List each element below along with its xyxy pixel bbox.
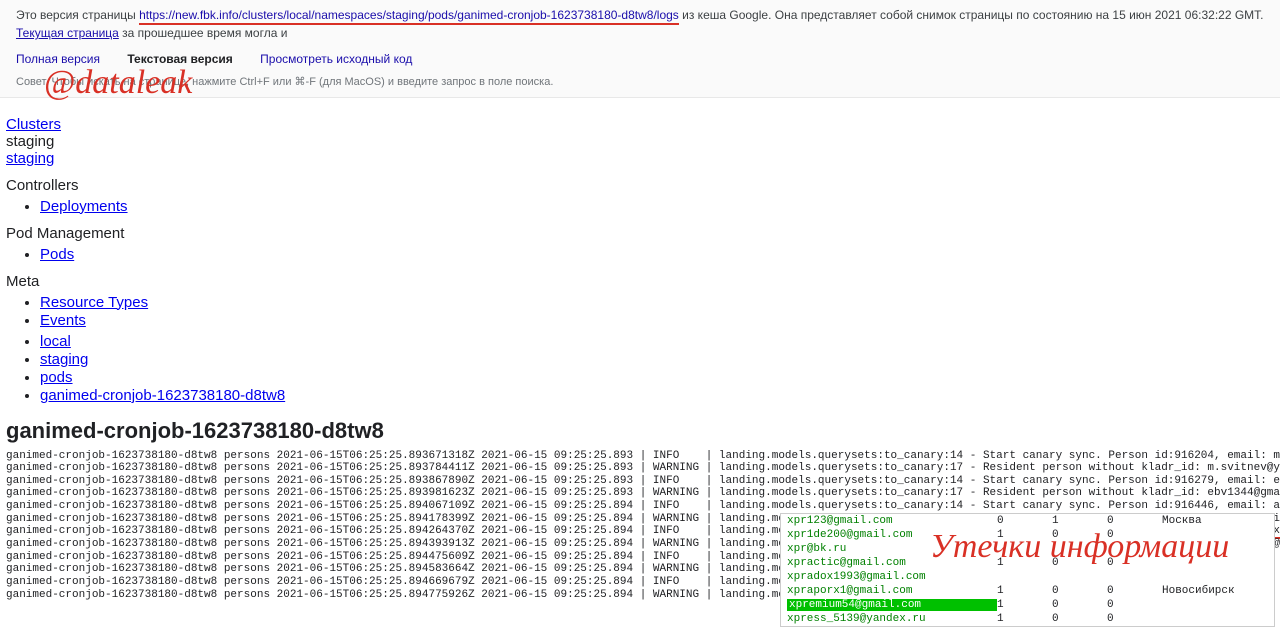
page-title: ganimed-cronjob-1623738180-d8tw8 [6,418,1274,444]
google-cache-banner: Это версия страницы https://new.fbk.info… [0,0,1280,98]
autocomplete-email: xpress_5139@yandex.ru [787,613,997,625]
breadcrumb-item[interactable]: ganimed-cronjob-1623738180-d8tw8 [40,387,285,404]
log-line: ganimed-cronjob-1623738180-d8tw8 persons… [6,462,1274,475]
col-a: 0 [997,515,1052,527]
autocomplete-row[interactable]: xpress_5139@yandex.ru100 [781,612,1274,626]
autocomplete-email: xpraporx1@gmail.com [787,585,997,597]
section-controllers: Controllers [6,177,1274,194]
nav-deployments[interactable]: Deployments [40,198,128,215]
tab-text-version[interactable]: Текстовая версия [127,50,232,68]
autocomplete-row[interactable]: xpremium54@gmail.com100 [781,598,1274,612]
log-line: ganimed-cronjob-1623738180-d8tw8 persons… [6,475,1274,488]
cache-search-tip: Совет. Чтобы искать на странице, нажмите… [16,74,1264,91]
breadcrumb-item[interactable]: pods [40,369,73,386]
tab-full-version[interactable]: Полная версия [16,50,100,68]
cache-tabs: Полная версия Текстовая версия Просмотре… [16,50,1264,68]
breadcrumb-item[interactable]: local [40,333,71,350]
col-c: 0 [1107,529,1162,541]
autocomplete-row[interactable]: xpr@bk.ru [781,542,1274,556]
col-b: 1 [1052,515,1107,527]
log-line: ganimed-cronjob-1623738180-d8tw8 persons… [6,500,1274,513]
col-b: 0 [1052,613,1107,625]
col-a: 1 [997,613,1052,625]
col-c: 0 [1107,599,1162,611]
tab-view-source[interactable]: Просмотреть исходный код [260,50,412,68]
nav-clusters[interactable]: Clusters [6,116,1274,133]
current-page-link[interactable]: Текущая страница [16,26,119,40]
col-c: 0 [1107,515,1162,527]
col-b: 0 [1052,557,1107,569]
col-b: 0 [1052,585,1107,597]
autocomplete-row[interactable]: xpraporx1@gmail.com100Новосибирск [781,584,1274,598]
col-b: 0 [1052,529,1107,541]
col-city: Новосибирск [1162,585,1268,597]
autocomplete-row[interactable]: xpr1de200@gmail.com100 [781,528,1274,542]
nav-resource-types[interactable]: Resource Types [40,294,148,311]
col-c: 0 [1107,585,1162,597]
col-a: 1 [997,585,1052,597]
cache-mid1: из кеша Google. Она представляет собой с… [682,8,1263,22]
autocomplete-email: xpractic@gmail.com [787,557,997,569]
col-c: 0 [1107,557,1162,569]
nav-events[interactable]: Events [40,312,86,329]
col-a: 1 [997,557,1052,569]
autocomplete-email: xpremium54@gmail.com [787,599,997,611]
col-a: 1 [997,599,1052,611]
col-city: Москва [1162,515,1268,527]
autocomplete-row[interactable]: xpradox1993@gmail.com [781,570,1274,584]
section-pod-management: Pod Management [6,225,1274,242]
cache-url-link[interactable]: https://new.fbk.info/clusters/local/name… [139,8,679,25]
breadcrumb: localstagingpodsganimed-cronjob-16237381… [40,333,1274,404]
col-b: 0 [1052,599,1107,611]
nav-staging-1: staging [6,133,1274,150]
nav-staging-2[interactable]: staging [6,150,1274,167]
autocomplete-email: xpr1de200@gmail.com [787,529,997,541]
section-meta: Meta [6,273,1274,290]
autocomplete-email: xpr@bk.ru [787,543,997,555]
cache-prefix: Это версия страницы [16,8,139,22]
autocomplete-email: xpradox1993@gmail.com [787,571,997,583]
col-a: 1 [997,529,1052,541]
autocomplete-row[interactable]: xpr123@gmail.com010Москва [781,514,1274,528]
nav-pods[interactable]: Pods [40,246,74,263]
breadcrumb-item[interactable]: staging [40,351,88,368]
col-c: 0 [1107,613,1162,625]
autocomplete-panel: xpr123@gmail.com010Москваxpr1de200@gmail… [780,513,1275,627]
autocomplete-email: xpr123@gmail.com [787,515,997,527]
cache-text: Это версия страницы https://new.fbk.info… [16,6,1264,42]
log-line: ganimed-cronjob-1623738180-d8tw8 persons… [6,487,1274,500]
cache-mid2: за прошедшее время могла и [122,26,287,40]
log-line: ganimed-cronjob-1623738180-d8tw8 persons… [6,450,1274,463]
autocomplete-row[interactable]: xpractic@gmail.com100 [781,556,1274,570]
